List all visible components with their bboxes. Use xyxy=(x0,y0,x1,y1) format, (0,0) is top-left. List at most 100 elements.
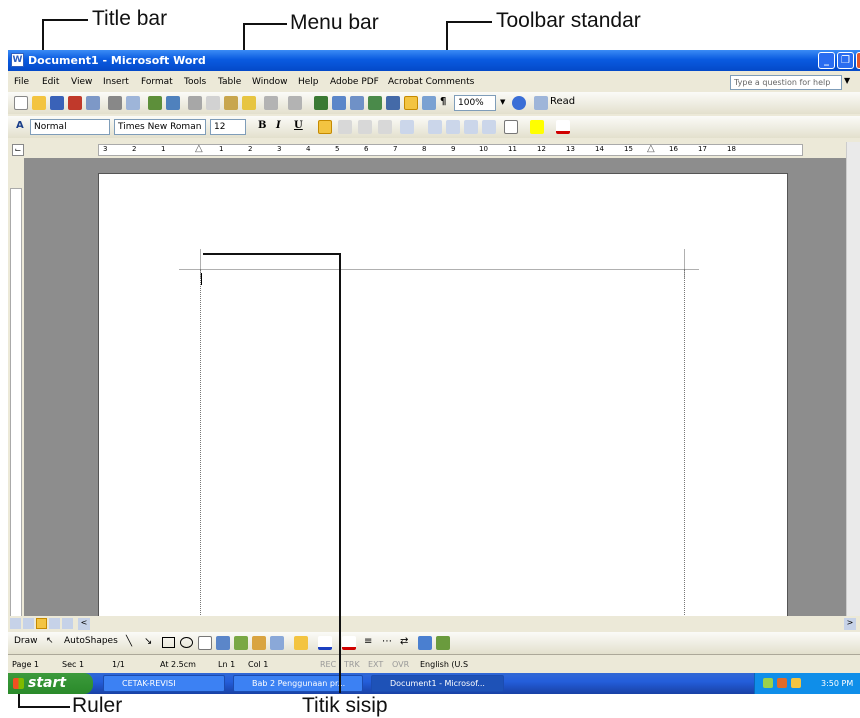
drawing-icon[interactable] xyxy=(404,96,418,110)
tab-selector-icon[interactable]: ⌙ xyxy=(12,144,24,156)
3d-icon[interactable] xyxy=(436,636,450,650)
select-objects-icon[interactable]: ↖ xyxy=(46,636,54,646)
columns-icon[interactable] xyxy=(386,96,400,110)
line-spacing-icon[interactable] xyxy=(400,120,414,134)
italic-button[interactable]: I xyxy=(276,120,281,131)
line-style-icon[interactable]: ≡ xyxy=(364,636,372,647)
menu-insert[interactable]: Insert xyxy=(103,77,129,87)
menu-edit[interactable]: Edit xyxy=(42,77,59,87)
copy-icon[interactable] xyxy=(206,96,220,110)
read-button[interactable]: Read xyxy=(550,96,575,107)
font-color-icon[interactable] xyxy=(556,120,570,134)
bold-button[interactable]: B xyxy=(258,120,266,131)
zoom-select[interactable]: 100% xyxy=(454,95,496,111)
spelling-icon[interactable] xyxy=(148,96,162,110)
increase-indent-icon[interactable] xyxy=(482,120,496,134)
menu-help[interactable]: Help xyxy=(298,77,319,87)
numbering-icon[interactable] xyxy=(428,120,442,134)
email-icon[interactable] xyxy=(86,96,100,110)
shadow-icon[interactable] xyxy=(418,636,432,650)
insert-table-icon[interactable] xyxy=(350,96,364,110)
clipart-icon[interactable] xyxy=(252,636,266,650)
status-trk[interactable]: TRK xyxy=(344,660,360,669)
permission-icon[interactable] xyxy=(68,96,82,110)
tray-icon[interactable] xyxy=(777,678,787,688)
insertion-cursor[interactable] xyxy=(201,273,202,285)
tray-icon[interactable] xyxy=(763,678,773,688)
redo-icon[interactable] xyxy=(288,96,302,110)
cut-icon[interactable] xyxy=(188,96,202,110)
menu-window[interactable]: Window xyxy=(252,77,288,87)
print-preview-icon[interactable] xyxy=(126,96,140,110)
decrease-indent-icon[interactable] xyxy=(464,120,478,134)
textbox-icon[interactable] xyxy=(198,636,212,650)
taskbar-item-document1[interactable]: Document1 - Microsof... xyxy=(371,675,504,692)
open-folder-icon[interactable] xyxy=(32,96,46,110)
font-color-icon[interactable] xyxy=(342,636,356,650)
oval-icon[interactable] xyxy=(180,637,193,648)
horizontal-scrollbar[interactable]: < > xyxy=(8,616,860,632)
undo-icon[interactable] xyxy=(264,96,278,110)
print-icon[interactable] xyxy=(108,96,122,110)
document-page[interactable] xyxy=(98,173,788,689)
fill-color-icon[interactable] xyxy=(294,636,308,650)
autoshapes-menu[interactable]: AutoShapes xyxy=(64,636,118,646)
hyperlink-icon[interactable] xyxy=(314,96,328,110)
menu-tools[interactable]: Tools xyxy=(184,77,206,87)
menu-adobe-pdf[interactable]: Adobe PDF xyxy=(330,77,379,87)
align-right-icon[interactable] xyxy=(358,120,372,134)
normal-view-icon[interactable] xyxy=(10,618,21,629)
underline-button[interactable]: U xyxy=(294,120,303,131)
rectangle-icon[interactable] xyxy=(162,637,175,648)
chevron-down-icon[interactable]: ▼ xyxy=(844,76,850,85)
wordart-icon[interactable] xyxy=(216,636,230,650)
minimize-icon[interactable]: _ xyxy=(818,52,835,69)
indent-marker-icon[interactable]: △ xyxy=(195,143,203,154)
align-center-icon[interactable] xyxy=(338,120,352,134)
research-icon[interactable] xyxy=(166,96,180,110)
web-layout-icon[interactable] xyxy=(23,618,34,629)
style-select[interactable]: Normal xyxy=(30,119,110,135)
tables-borders-icon[interactable] xyxy=(332,96,346,110)
font-select[interactable]: Times New Roman xyxy=(114,119,206,135)
restore-icon[interactable]: ❐ xyxy=(837,52,854,69)
help-icon[interactable] xyxy=(512,96,526,110)
taskbar-item-bab2[interactable]: Bab 2 Penggunaan pr... xyxy=(233,675,363,692)
document-map-icon[interactable] xyxy=(422,96,436,110)
draw-menu[interactable]: Draw xyxy=(14,636,38,646)
paste-icon[interactable] xyxy=(224,96,238,110)
scroll-left-icon[interactable]: < xyxy=(78,618,90,630)
status-ext[interactable]: EXT xyxy=(368,660,383,669)
line-icon[interactable]: ╲ xyxy=(126,636,132,647)
tray-icon[interactable] xyxy=(791,678,801,688)
picture-icon[interactable] xyxy=(270,636,284,650)
status-rec[interactable]: REC xyxy=(320,660,336,669)
indent-marker-icon[interactable]: △ xyxy=(647,143,655,154)
styles-icon[interactable]: A xyxy=(16,120,24,131)
menu-table[interactable]: Table xyxy=(218,77,241,87)
title-bar[interactable]: W Document1 - Microsoft Word _ ❐ ✕ xyxy=(8,50,860,71)
scroll-right-icon[interactable]: > xyxy=(844,618,856,630)
taskbar-item-cetak-revisi[interactable]: CETAK-REVISI xyxy=(103,675,225,692)
menu-format[interactable]: Format xyxy=(141,77,173,87)
reading-view-icon[interactable] xyxy=(62,618,73,629)
highlight-icon[interactable] xyxy=(530,120,544,134)
help-question-box[interactable]: Type a question for help xyxy=(730,75,842,90)
insert-excel-icon[interactable] xyxy=(368,96,382,110)
read-icon[interactable] xyxy=(534,96,548,110)
print-layout-icon[interactable] xyxy=(36,618,47,629)
show-hide-icon[interactable]: ¶ xyxy=(440,96,446,107)
vertical-scrollbar[interactable] xyxy=(846,142,860,666)
menu-view[interactable]: View xyxy=(71,77,92,87)
bullets-icon[interactable] xyxy=(446,120,460,134)
chevron-down-icon[interactable]: ▼ xyxy=(500,98,505,106)
new-document-icon[interactable] xyxy=(14,96,28,110)
font-size-select[interactable]: 12 xyxy=(210,119,246,135)
vertical-ruler[interactable] xyxy=(8,158,24,666)
menu-file[interactable]: File xyxy=(14,77,29,87)
arrow-icon[interactable]: ↘ xyxy=(144,636,152,647)
align-left-icon[interactable] xyxy=(318,120,332,134)
horizontal-ruler[interactable]: ⌙ 3 2 1 △ 1 2 3 4 5 6 7 8 9 10 11 12 13 … xyxy=(8,142,860,158)
save-icon[interactable] xyxy=(50,96,64,110)
status-ovr[interactable]: OVR xyxy=(392,660,409,669)
